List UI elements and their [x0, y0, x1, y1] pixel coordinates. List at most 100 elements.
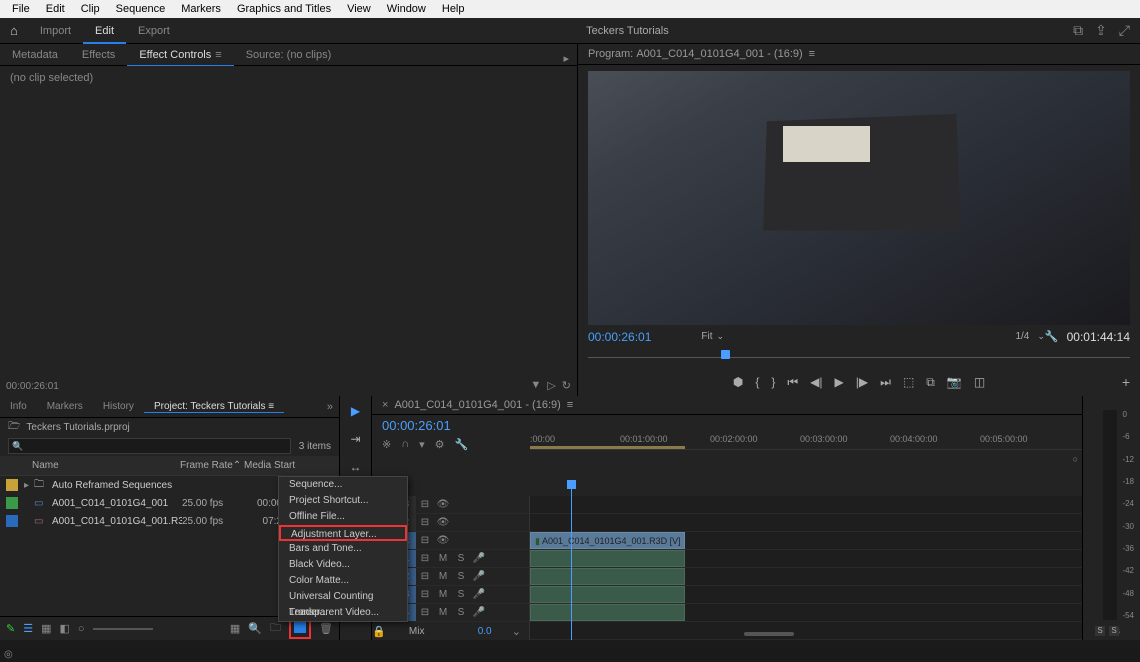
- expand-chevron-icon[interactable]: ▸: [24, 480, 34, 491]
- creative-cloud-icon[interactable]: ◎: [4, 649, 13, 660]
- automate-icon[interactable]: ▦: [230, 622, 240, 635]
- icon-view-icon[interactable]: ▦: [41, 622, 51, 635]
- mark-out-icon[interactable]: }: [771, 375, 775, 389]
- eye-icon[interactable]: 👁: [434, 535, 452, 546]
- wrench-icon[interactable]: 🔧: [455, 438, 469, 451]
- menu-help[interactable]: Help: [434, 3, 473, 15]
- comparison-icon[interactable]: ◫: [974, 375, 985, 389]
- sync-lock-icon[interactable]: ⊟: [416, 571, 434, 582]
- sync-lock-icon[interactable]: ⊟: [416, 553, 434, 564]
- fullscreen-icon[interactable]: ⤢: [1119, 22, 1130, 39]
- workspace-tab-edit[interactable]: Edit: [83, 18, 126, 44]
- program-playhead[interactable]: [721, 350, 730, 359]
- mic-icon[interactable]: 🎤: [470, 553, 488, 564]
- timeline-timecode[interactable]: 00:00:26:01: [382, 418, 451, 433]
- menu-file[interactable]: File: [4, 3, 38, 15]
- menu-sequence[interactable]: Sequence: [108, 3, 174, 15]
- cm-universal-counting[interactable]: Universal Counting Leader...: [279, 589, 407, 605]
- new-item-button[interactable]: [294, 621, 306, 633]
- audio-clip[interactable]: [530, 586, 685, 603]
- tab-effects[interactable]: Effects: [70, 44, 127, 66]
- solo-right-button[interactable]: S: [1109, 626, 1119, 636]
- cm-transparent-video[interactable]: Transparent Video...: [279, 605, 407, 621]
- list-view-icon[interactable]: ☰: [23, 622, 33, 635]
- program-viewport[interactable]: [588, 71, 1130, 325]
- solo-left-button[interactable]: S: [1095, 626, 1105, 636]
- play-icon[interactable]: ▶: [835, 375, 844, 389]
- solo-icon[interactable]: S: [452, 553, 470, 564]
- tab-project[interactable]: Project: Teckers Tutorials ≡: [144, 401, 284, 413]
- resolution-dropdown[interactable]: 1/4: [1015, 331, 1029, 342]
- workspace-tab-import[interactable]: Import: [28, 18, 83, 44]
- chevron-down-icon[interactable]: ⌄: [717, 331, 725, 342]
- program-in-timecode[interactable]: 00:00:26:01: [588, 330, 651, 344]
- lift-icon[interactable]: ⬚: [903, 375, 914, 389]
- step-forward-icon[interactable]: |▶: [856, 375, 868, 389]
- sort-arrow-icon[interactable]: ⌃: [233, 460, 241, 471]
- timeline-zoom-scrollbar[interactable]: [744, 630, 1022, 638]
- timeline-content[interactable]: ▮ A001_C014_0101G4_001.R3D [V]: [530, 496, 1082, 640]
- cm-sequence[interactable]: Sequence...: [279, 477, 407, 493]
- settings-icon[interactable]: ⚙: [435, 438, 445, 451]
- cm-color-matte[interactable]: Color Matte...: [279, 573, 407, 589]
- sync-lock-icon[interactable]: ⊟: [416, 607, 434, 618]
- mark-in-icon[interactable]: {: [755, 375, 759, 389]
- freeform-view-icon[interactable]: ◧: [60, 622, 70, 635]
- marker-icon[interactable]: ▾: [419, 438, 425, 451]
- audio-clip[interactable]: [530, 550, 685, 567]
- menu-edit[interactable]: Edit: [38, 3, 73, 15]
- mic-icon[interactable]: 🎤: [470, 589, 488, 600]
- sync-lock-icon[interactable]: ⊟: [416, 499, 434, 510]
- cm-black-video[interactable]: Black Video...: [279, 557, 407, 573]
- settings-wrench-icon[interactable]: 🔧: [1045, 330, 1059, 343]
- close-sequence-icon[interactable]: ×: [382, 399, 388, 411]
- chevrons-icon[interactable]: »: [327, 401, 339, 413]
- tab-markers[interactable]: Markers: [37, 401, 93, 412]
- sync-lock-icon[interactable]: ⊟: [416, 517, 434, 528]
- marker-add-icon[interactable]: ⬢: [733, 375, 743, 389]
- timeline-playhead[interactable]: [571, 480, 572, 640]
- mic-icon[interactable]: 🎤: [470, 607, 488, 618]
- menu-view[interactable]: View: [339, 3, 379, 15]
- mute-icon[interactable]: M: [434, 589, 452, 600]
- cm-offline-file[interactable]: Offline File...: [279, 509, 407, 525]
- cm-adjustment-layer[interactable]: Adjustment Layer...: [279, 525, 407, 541]
- menu-graphics[interactable]: Graphics and Titles: [229, 3, 339, 15]
- panel-menu-icon[interactable]: ≡: [567, 399, 573, 411]
- eye-icon[interactable]: 👁: [434, 499, 452, 510]
- cm-project-shortcut[interactable]: Project Shortcut...: [279, 493, 407, 509]
- timeline-ruler[interactable]: :00:00 00:01:00:00 00:02:00:00 00:03:00:…: [530, 434, 1082, 450]
- ripple-tool-icon[interactable]: ↔: [347, 458, 365, 476]
- loop-icon[interactable]: ↻: [562, 379, 571, 392]
- mic-icon[interactable]: 🎤: [470, 571, 488, 582]
- keyframe-nav-icon[interactable]: ▷: [547, 379, 555, 392]
- thumbnail-zoom-slider[interactable]: [93, 628, 153, 630]
- chevron-down-icon[interactable]: ⌄: [512, 625, 521, 638]
- video-clip[interactable]: ▮ A001_C014_0101G4_001.R3D [V]: [530, 532, 685, 549]
- project-search-input[interactable]: [8, 438, 291, 454]
- sort-icon[interactable]: ○: [78, 623, 85, 635]
- audio-clip[interactable]: [530, 604, 685, 621]
- menu-markers[interactable]: Markers: [173, 3, 229, 15]
- mute-icon[interactable]: M: [434, 553, 452, 564]
- zoom-handle-icon[interactable]: ○: [1073, 454, 1078, 464]
- work-area-bar[interactable]: [530, 446, 685, 449]
- go-in-icon[interactable]: ⏮: [787, 375, 798, 390]
- tab-source[interactable]: Source: (no clips): [234, 44, 344, 66]
- mute-icon[interactable]: M: [434, 571, 452, 582]
- selection-tool-icon[interactable]: ▶: [347, 402, 365, 420]
- filter-icon[interactable]: ▼: [530, 379, 541, 392]
- share-icon[interactable]: ⇪: [1095, 22, 1107, 39]
- quick-export-icon[interactable]: ⧉: [1073, 22, 1083, 39]
- tab-metadata[interactable]: Metadata: [0, 44, 70, 66]
- sync-lock-icon[interactable]: ⊟: [416, 589, 434, 600]
- trash-icon[interactable]: 🗑: [319, 622, 333, 635]
- linked-selection-icon[interactable]: ∩: [401, 438, 409, 450]
- sync-lock-icon[interactable]: ⊟: [416, 535, 434, 546]
- tab-info[interactable]: Info: [0, 401, 37, 412]
- go-out-icon[interactable]: ⏭: [880, 375, 891, 390]
- track-select-tool-icon[interactable]: ⇥: [347, 430, 365, 448]
- lock-icon[interactable]: 🔒: [372, 625, 386, 638]
- solo-icon[interactable]: S: [452, 589, 470, 600]
- zoom-fit-dropdown[interactable]: Fit: [701, 331, 712, 342]
